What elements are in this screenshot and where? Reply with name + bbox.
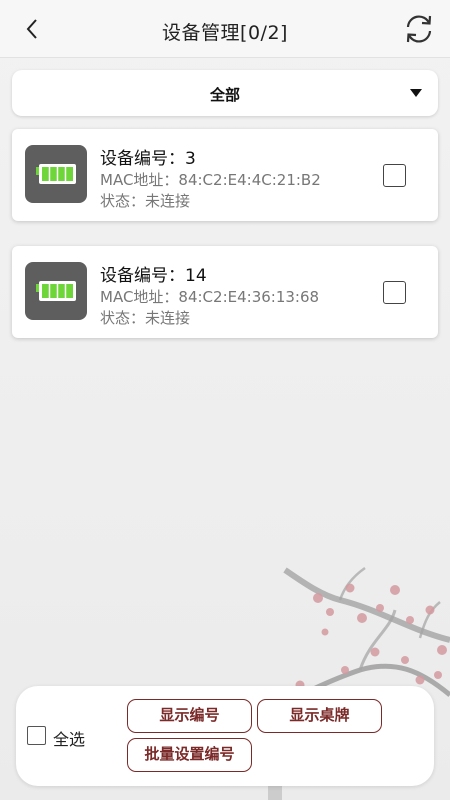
refresh-icon xyxy=(406,15,432,43)
device-number: 设备编号：14 xyxy=(100,266,207,286)
device-management-page: 设备管理[0/2] 全部 设备编号：3 MAC地址：84:C2:E4:4C:21… xyxy=(0,0,450,800)
device-checkbox[interactable] xyxy=(383,281,406,304)
device-card[interactable]: 设备编号：14 MAC地址：84:C2:E4:36:13:68 状态：未连接 xyxy=(12,246,438,338)
select-all-checkbox[interactable] xyxy=(27,726,46,745)
device-mac: MAC地址：84:C2:E4:36:13:68 xyxy=(100,288,320,306)
battery-device-icon xyxy=(25,145,87,203)
refresh-button[interactable] xyxy=(402,12,436,46)
device-card[interactable]: 设备编号：3 MAC地址：84:C2:E4:4C:21:B2 状态：未连接 xyxy=(12,129,438,221)
device-mac: MAC地址：84:C2:E4:4C:21:B2 xyxy=(100,171,321,189)
filter-selected-label: 全部 xyxy=(209,86,240,104)
caret-down-icon xyxy=(410,89,422,97)
show-tablet-button[interactable]: 显示桌牌 xyxy=(257,699,382,733)
device-status: 状态：未连接 xyxy=(100,309,191,327)
select-all-label: 全选 xyxy=(53,730,86,749)
header-bar: 设备管理[0/2] xyxy=(0,0,450,58)
battery-device-icon xyxy=(25,262,87,320)
show-number-button[interactable]: 显示编号 xyxy=(127,699,252,733)
device-number: 设备编号：3 xyxy=(100,149,196,169)
batch-set-number-button[interactable]: 批量设置编号 xyxy=(127,738,252,772)
device-status: 状态：未连接 xyxy=(100,192,191,210)
page-title: 设备管理[0/2] xyxy=(162,22,288,44)
bottom-action-bar: 全选 显示编号 显示桌牌 批量设置编号 xyxy=(16,686,434,786)
device-checkbox[interactable] xyxy=(383,164,406,187)
device-filter-dropdown[interactable]: 全部 xyxy=(12,70,438,116)
